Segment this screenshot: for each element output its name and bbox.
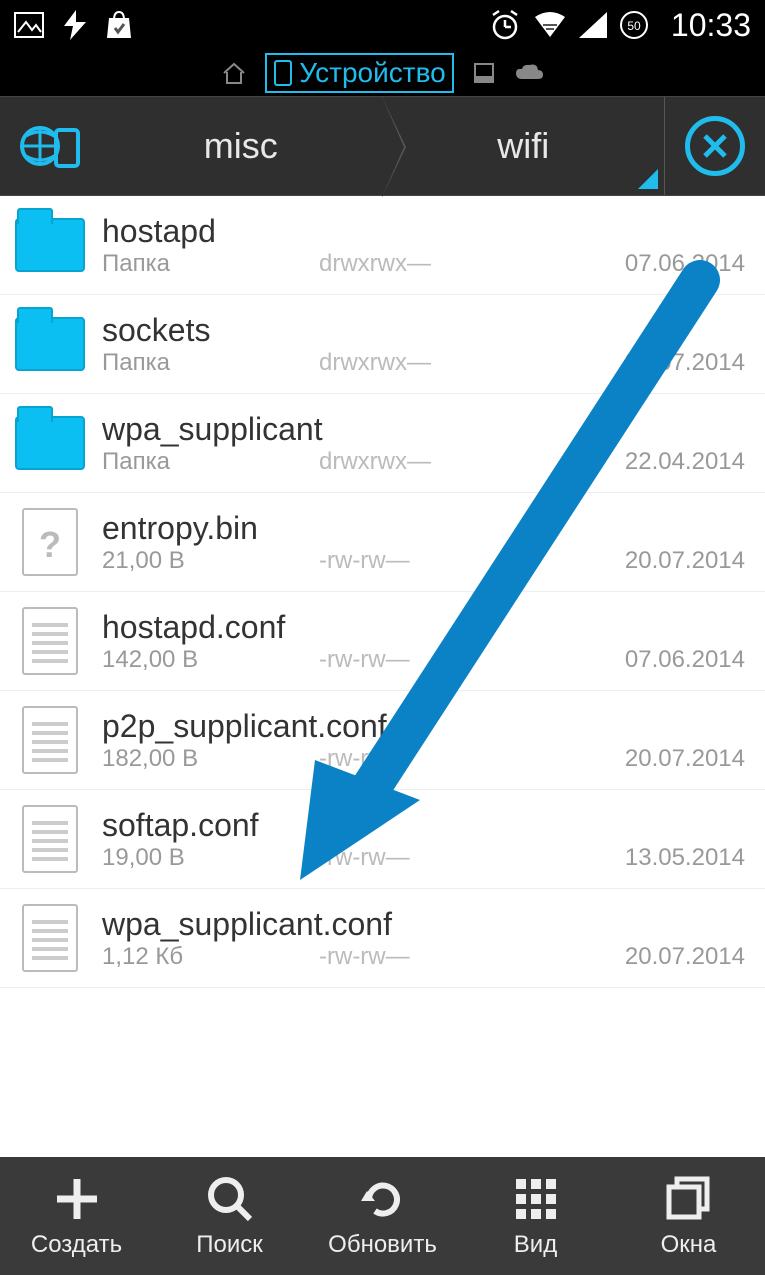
close-icon [685,116,745,176]
file-row[interactable]: wpa_supplicantПапка drwxrwx— 22.04.2014 [0,394,765,493]
plus-icon [51,1173,103,1225]
svg-text:50: 50 [627,19,641,33]
file-date: 13.05.2014 [536,844,745,872]
file-date: 20.07.2014 [536,943,745,971]
file-row[interactable]: socketsПапка drwxrwx— 20.07.2014 [0,295,765,394]
status-time: 10:33 [671,7,751,44]
file-size: Папка [102,448,311,476]
file-permissions: -rw-rw— [319,547,528,575]
file-date: 20.07.2014 [536,547,745,575]
bottom-label: Создать [31,1231,122,1259]
file-size: 19,00 B [102,844,311,872]
file-name: softap.conf [102,807,745,844]
file-permissions: -rw-rw— [319,745,528,773]
text-file-icon [22,607,78,675]
sd-icon[interactable] [472,61,496,85]
refresh-button[interactable]: Обновить [306,1157,459,1275]
file-row[interactable]: ? entropy.bin21,00 B -rw-rw— 20.07.2014 [0,493,765,592]
folder-icon [15,416,85,470]
cloud-icon[interactable] [514,63,544,83]
file-name: wpa_supplicant [102,411,745,448]
file-size: 142,00 B [102,646,311,674]
breadcrumb-label: wifi [497,125,549,167]
file-name: entropy.bin [102,510,745,547]
unknown-file-icon: ? [22,508,78,576]
file-name: p2p_supplicant.conf [102,708,745,745]
search-button[interactable]: Поиск [153,1157,306,1275]
close-button[interactable] [665,97,765,195]
file-row[interactable]: softap.conf19,00 B -rw-rw— 13.05.2014 [0,790,765,889]
battery-icon: 50 [619,10,649,40]
signal-icon [579,12,607,38]
dropdown-indicator-icon [638,169,658,189]
breadcrumb-bar: misc wifi [0,96,765,196]
bottom-toolbar: Создать Поиск Обновить Вид Окна [0,1157,765,1275]
android-status-bar: 50 10:33 [0,0,765,50]
location-tabs: Устройство [0,50,765,96]
file-name: sockets [102,312,745,349]
windows-button[interactable]: Окна [612,1157,765,1275]
file-permissions: -rw-rw— [319,646,528,674]
wifi-icon [533,11,567,39]
file-date: 20.07.2014 [536,349,745,377]
bottom-label: Поиск [196,1231,263,1259]
folder-icon [15,317,85,371]
file-permissions: -rw-rw— [319,943,528,971]
breadcrumb-label: misc [204,125,278,167]
alarm-icon [489,9,521,41]
flash-icon [64,10,86,40]
file-list: hostapdПапкаdrwxrwx—07.06.2014socketsПап… [0,196,765,988]
text-file-icon [22,706,78,774]
file-date: 07.06.2014 [536,646,745,674]
file-date: 07.06.2014 [536,250,745,278]
breadcrumb-root-button[interactable] [0,97,100,195]
folder-icon [15,218,85,272]
text-file-icon [22,805,78,873]
grid-icon [510,1173,562,1225]
create-button[interactable]: Создать [0,1157,153,1275]
file-permissions: drwxrwx— [319,448,528,476]
bottom-label: Окна [661,1231,717,1259]
windows-icon [663,1173,715,1225]
file-name: hostapd [102,213,745,250]
search-icon [204,1173,256,1225]
file-permissions: drwxrwx— [319,349,528,377]
breadcrumb-wifi[interactable]: wifi [383,97,666,195]
refresh-icon [357,1173,409,1225]
bottom-label: Обновить [328,1231,437,1259]
file-name: wpa_supplicant.conf [102,906,745,943]
file-date: 20.07.2014 [536,745,745,773]
file-permissions: -rw-rw— [319,844,528,872]
file-row[interactable]: p2p_supplicant.conf182,00 B -rw-rw— 20.07.… [0,691,765,790]
file-size: 21,00 B [102,547,311,575]
file-size: 1,12 Кб [102,943,311,971]
file-size: 182,00 B [102,745,311,773]
file-permissions: drwxrwx— [319,250,528,278]
breadcrumb-misc[interactable]: misc [100,97,383,195]
file-row[interactable]: hostapdПапка drwxrwx— 07.06.2014 [0,196,765,295]
shopping-bag-icon [106,10,132,40]
file-size: Папка [102,349,311,377]
view-button[interactable]: Вид [459,1157,612,1275]
tab-device-label: Устройство [299,57,445,89]
tab-device[interactable]: Устройство [265,53,453,93]
file-name: hostapd.conf [102,609,745,646]
bottom-label: Вид [514,1231,557,1259]
file-row[interactable]: wpa_supplicant.conf1,12 Кб -rw-rw— 20.07.2… [0,889,765,988]
file-row[interactable]: hostapd.conf142,00 B -rw-rw— 07.06.2014 [0,592,765,691]
file-size: Папка [102,250,311,278]
home-icon[interactable] [221,61,247,85]
gallery-icon [14,12,44,38]
text-file-icon [22,904,78,972]
file-date: 22.04.2014 [536,448,745,476]
